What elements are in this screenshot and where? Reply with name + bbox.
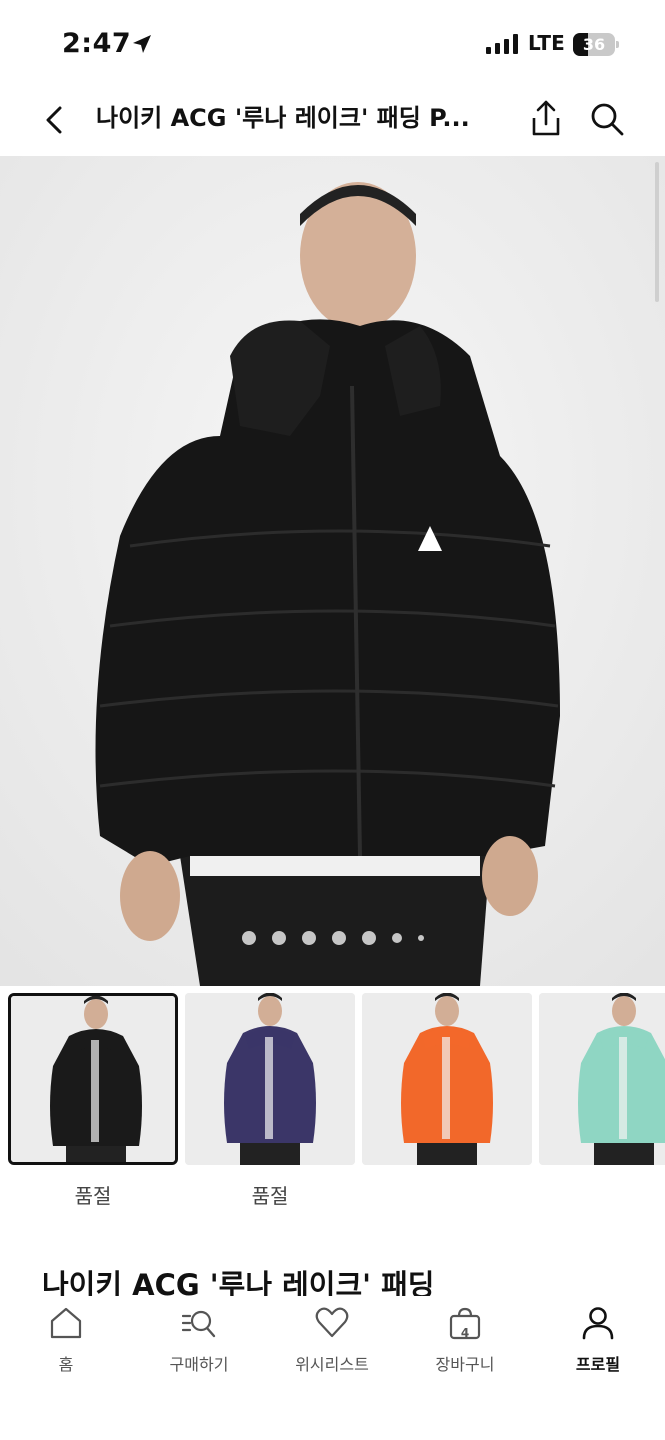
tab-shop-label: 구매하기 xyxy=(169,1355,229,1374)
tab-profile[interactable]: 프로필 xyxy=(538,1296,658,1376)
cart-count-badge: 4 xyxy=(460,1326,470,1340)
tab-profile-label: 프로필 xyxy=(575,1355,621,1374)
home-icon xyxy=(50,1307,82,1339)
signal-icon xyxy=(486,34,518,54)
bottom-tab-bar: 홈 구매하기 위시리스트 4 장바구니 프로필 xyxy=(0,1296,665,1440)
soldout-label: 품절 xyxy=(74,1184,112,1208)
tab-cart[interactable]: 4 장바구니 xyxy=(405,1296,525,1376)
search-list-icon xyxy=(182,1310,216,1338)
scroll-indicator xyxy=(655,162,659,302)
page-title: 나이키 ACG '루나 레이크' 패딩 P... xyxy=(96,104,470,132)
carousel-dots xyxy=(0,928,665,948)
carousel-dot[interactable] xyxy=(241,931,256,945)
heart-icon xyxy=(315,1307,349,1338)
back-chevron-icon[interactable] xyxy=(36,100,76,140)
profile-icon xyxy=(582,1307,614,1340)
carousel-dot[interactable] xyxy=(301,931,316,945)
carousel-dot[interactable] xyxy=(271,931,286,945)
tab-wishlist[interactable]: 위시리스트 xyxy=(272,1296,392,1376)
color-thumbnail[interactable] xyxy=(8,993,178,1165)
location-arrow-icon xyxy=(133,35,151,53)
product-image-carousel[interactable] xyxy=(0,156,665,986)
carousel-dot[interactable] xyxy=(361,931,376,945)
cart-icon: 4 xyxy=(448,1306,482,1340)
color-thumbnail[interactable] xyxy=(185,993,355,1165)
battery-icon: 36 xyxy=(573,33,619,56)
tab-home-label: 홈 xyxy=(58,1355,74,1374)
color-thumbnails xyxy=(8,993,665,1165)
tab-home[interactable]: 홈 xyxy=(6,1296,126,1376)
carousel-dot[interactable] xyxy=(391,933,402,943)
carousel-dot[interactable] xyxy=(331,931,346,945)
soldout-label: 품절 xyxy=(251,1184,289,1208)
status-time: 2:47 xyxy=(62,28,132,59)
carousel-dot[interactable] xyxy=(417,935,424,941)
color-thumbnail[interactable] xyxy=(362,993,532,1165)
color-thumbnail[interactable] xyxy=(539,993,665,1165)
network-label: LTE xyxy=(528,31,565,55)
tab-shop[interactable]: 구매하기 xyxy=(139,1296,259,1376)
tab-cart-label: 장바구니 xyxy=(435,1355,495,1374)
tab-wishlist-label: 위시리스트 xyxy=(295,1355,369,1374)
share-icon[interactable] xyxy=(526,96,566,140)
product-main-image xyxy=(0,156,665,986)
search-icon[interactable] xyxy=(586,98,628,140)
top-app-bar: 나이키 ACG '루나 레이크' 패딩 P... xyxy=(0,88,665,156)
battery-percent: 36 xyxy=(582,35,606,54)
status-bar: 2:47 LTE 36 xyxy=(0,0,665,88)
